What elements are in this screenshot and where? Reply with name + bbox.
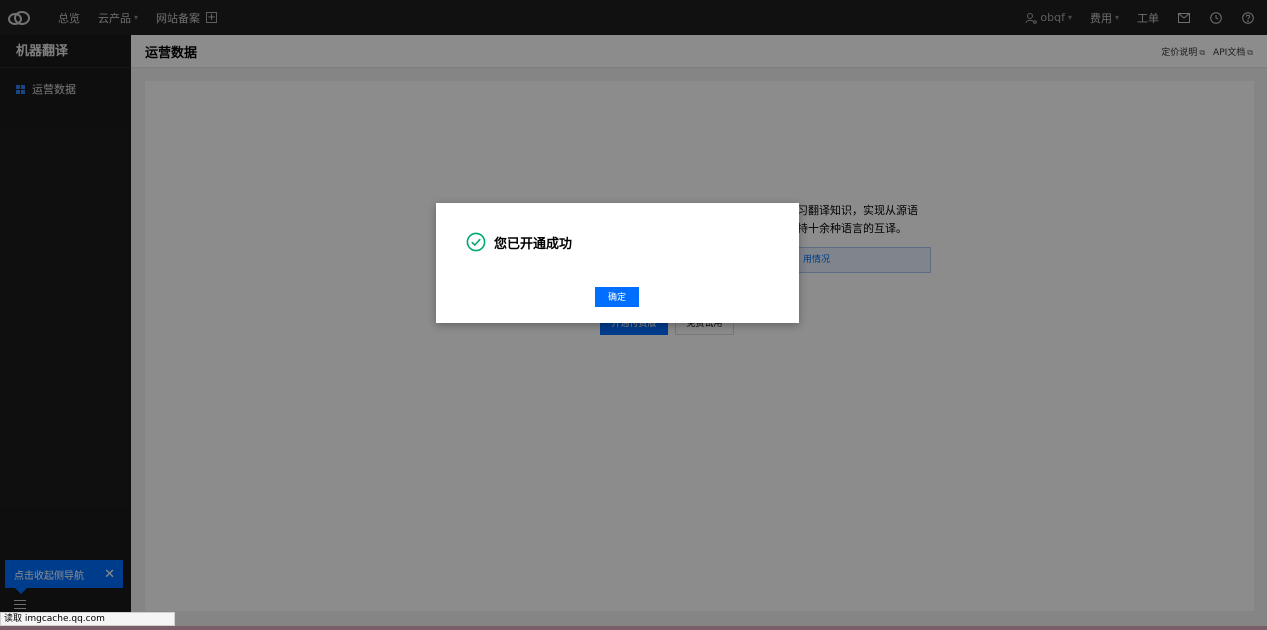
success-dialog: 您已开通成功 确定 bbox=[436, 203, 799, 323]
dialog-message-text: 您已开通成功 bbox=[494, 236, 573, 252]
check-circle-icon bbox=[466, 232, 486, 252]
confirm-button[interactable]: 确定 bbox=[595, 287, 639, 307]
bottom-strip bbox=[0, 626, 1267, 630]
browser-status-bar: 读取 imgcache.qq.com bbox=[0, 612, 175, 626]
dialog-message: 您已开通成功 bbox=[466, 232, 572, 252]
